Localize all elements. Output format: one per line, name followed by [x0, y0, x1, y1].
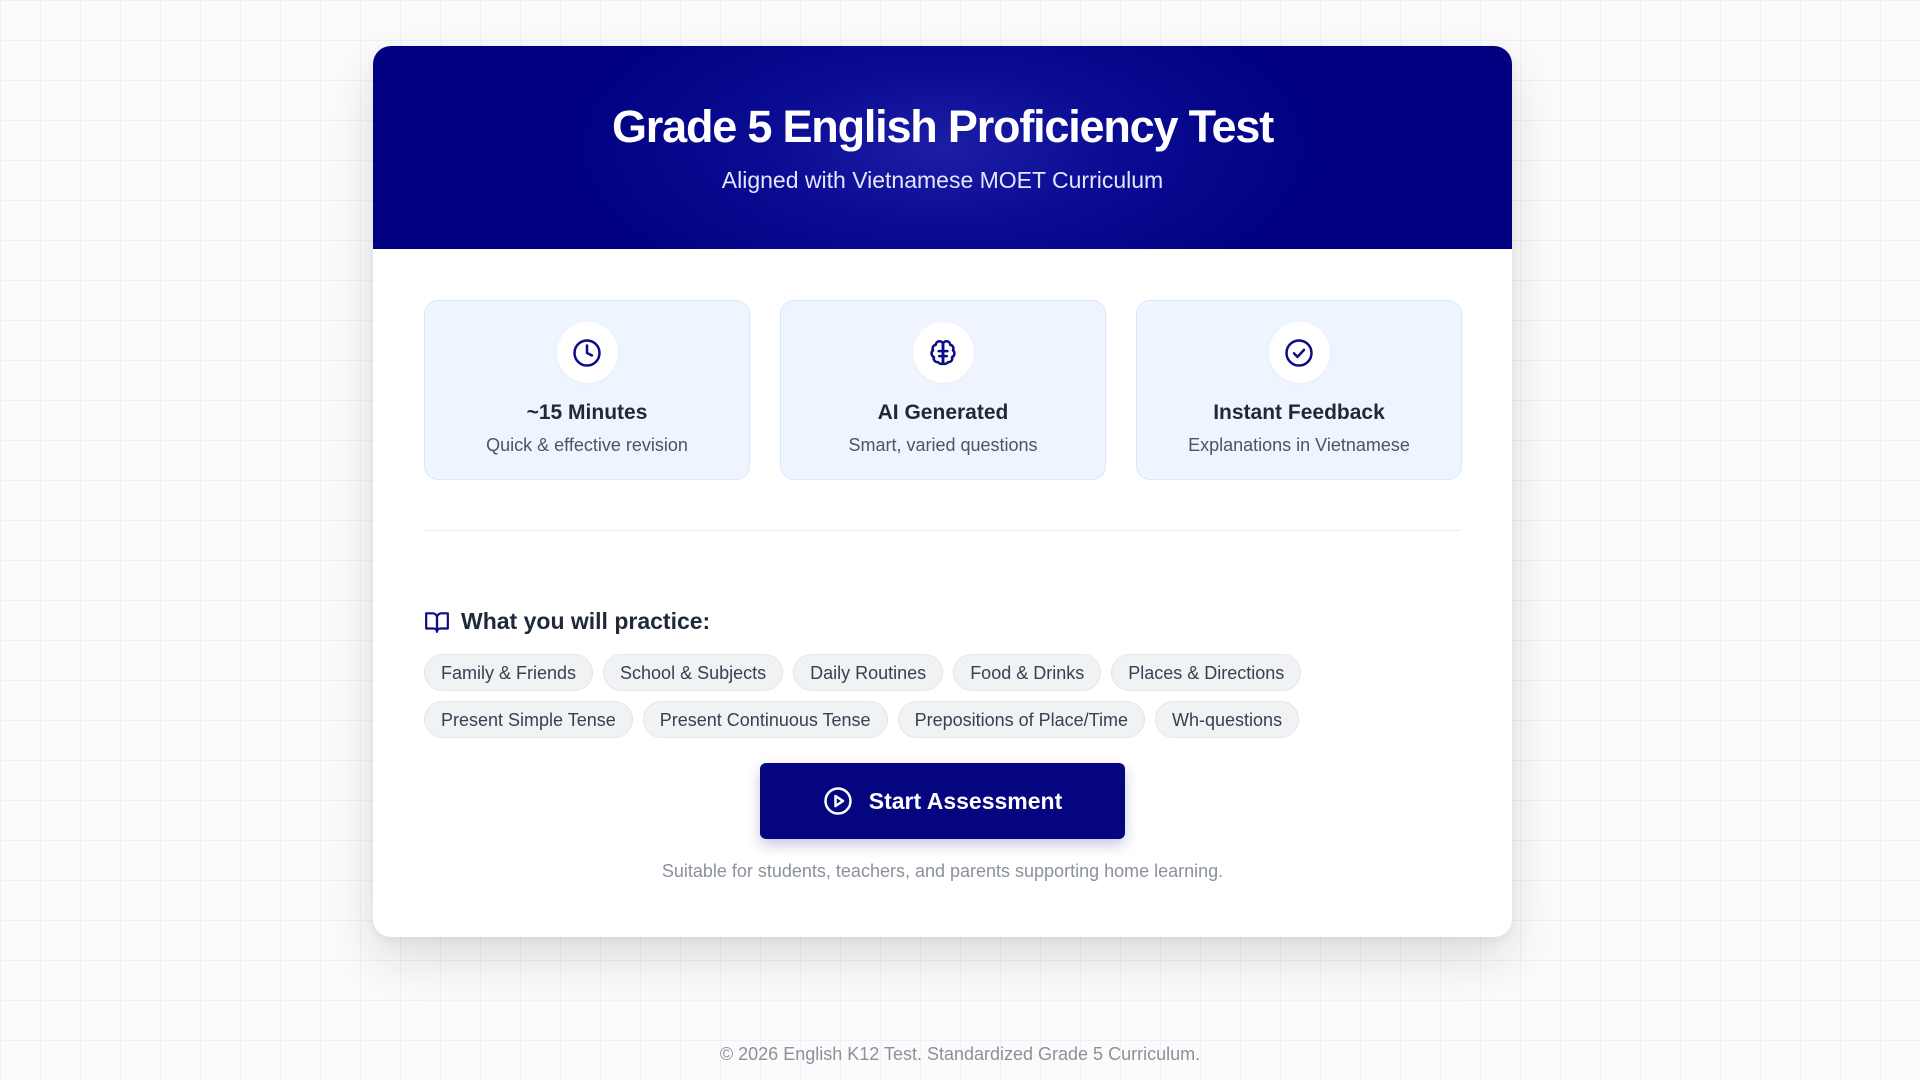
topic-tag: Prepositions of Place/Time [897, 701, 1146, 738]
topic-tag: Present Continuous Tense [642, 701, 888, 738]
topic-tag-row: Present Simple Tense Present Continuous … [424, 701, 1474, 738]
brain-icon [912, 322, 974, 383]
feature-description: Explanations in Vietnamese [1188, 435, 1410, 455]
topic-tag: Daily Routines [793, 654, 944, 691]
topic-tag-row: Family & Friends School & Subjects Daily… [424, 654, 1474, 691]
clock-icon [556, 322, 618, 383]
hero-banner: Grade 5 English Proficiency Test Aligned… [373, 46, 1512, 249]
start-assessment-label: Start Assessment [868, 787, 1063, 814]
footer-copyright: © 2026 English K12 Test. Standardized Gr… [719, 1044, 1201, 1064]
check-circle-icon [1268, 322, 1330, 383]
topic-tag: Places & Directions [1111, 654, 1302, 691]
feature-list: ~15 Minutes Quick & effective revision A… [424, 300, 1462, 480]
feature-card-ai: AI Generated Smart, varied questions [780, 300, 1106, 480]
topic-tag: Food & Drinks [953, 654, 1102, 691]
topic-tag: Wh-questions [1155, 701, 1300, 738]
feature-card-feedback: Instant Feedback Explanations in Vietnam… [1136, 300, 1462, 480]
start-assessment-button[interactable]: Start Assessment [760, 763, 1125, 839]
topic-tag: Present Simple Tense [424, 701, 633, 738]
feature-title: ~15 Minutes [526, 401, 648, 424]
topic-tags: Family & Friends School & Subjects Daily… [424, 654, 1474, 748]
page-title: Grade 5 English Proficiency Test [612, 101, 1274, 152]
section-divider [424, 530, 1461, 531]
assessment-card: Grade 5 English Proficiency Test Aligned… [373, 46, 1512, 937]
audience-caption: Suitable for students, teachers, and par… [661, 861, 1224, 881]
play-circle-icon [824, 787, 852, 815]
feature-card-duration: ~15 Minutes Quick & effective revision [424, 300, 750, 480]
feature-title: AI Generated [877, 401, 1009, 424]
topic-tag: Family & Friends [424, 654, 594, 691]
book-open-icon [425, 611, 449, 633]
practice-heading: What you will practice: [424, 608, 710, 635]
feature-description: Smart, varied questions [848, 435, 1038, 455]
page-subtitle: Aligned with Vietnamese MOET Curriculum [721, 167, 1164, 193]
practice-title: What you will practice: [461, 608, 711, 634]
topic-tag: School & Subjects [603, 654, 784, 691]
feature-description: Quick & effective revision [486, 435, 688, 455]
feature-title: Instant Feedback [1213, 401, 1385, 424]
